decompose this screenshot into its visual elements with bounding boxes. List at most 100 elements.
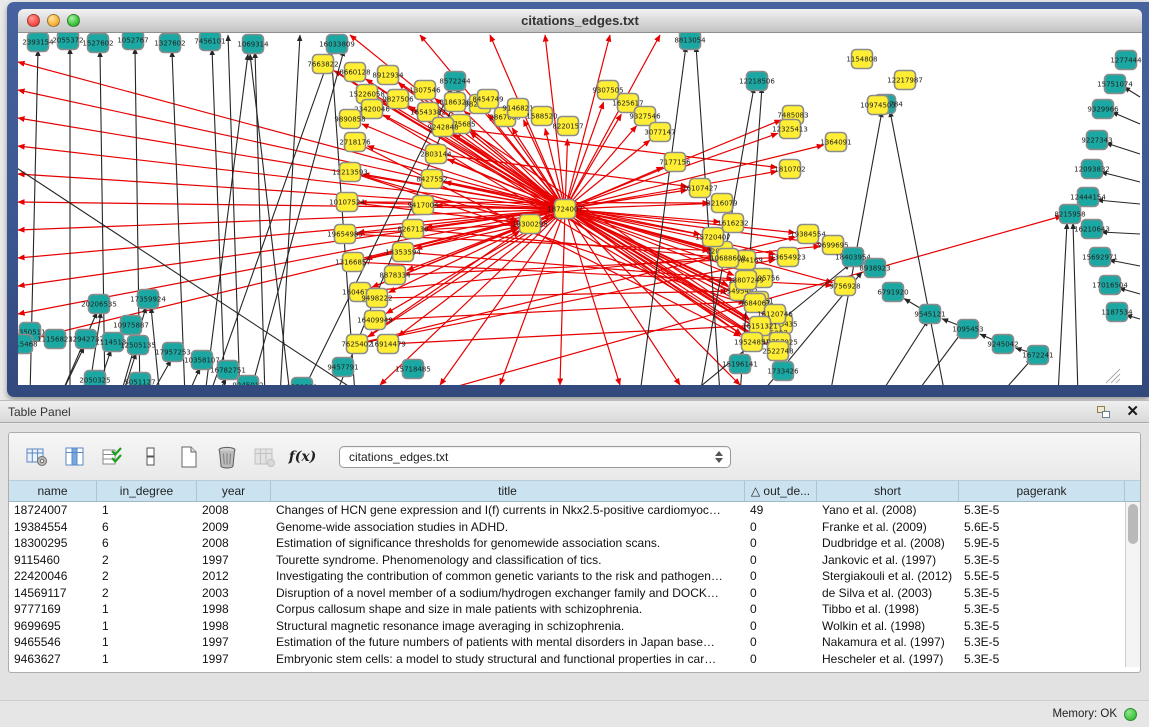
table-row[interactable]: 1872400712008Changes of HCN gene express…: [9, 502, 1140, 519]
network-node[interactable]: 15196141: [722, 355, 758, 374]
network-node[interactable]: 17359924: [130, 290, 166, 309]
row-select-checks-icon[interactable]: [99, 444, 126, 470]
svg-text:8454749: 8454749: [472, 96, 503, 104]
trash-icon[interactable]: [213, 444, 240, 470]
network-node[interactable]: 15692971: [1082, 248, 1118, 267]
minimize-window-button[interactable]: [47, 14, 60, 27]
rows-icon[interactable]: [137, 444, 164, 470]
svg-text:3915468: 3915468: [18, 341, 38, 349]
network-node[interactable]: 16033809: [319, 35, 355, 54]
table-body-wrap: 1872400712008Changes of HCN gene express…: [9, 502, 1140, 667]
network-node[interactable]: 8938923: [859, 259, 890, 278]
network-node[interactable]: 20206535: [81, 295, 117, 314]
network-node[interactable]: 9227343: [1081, 131, 1112, 150]
network-node[interactable]: 16914479: [370, 335, 406, 354]
network-node[interactable]: 9545121: [914, 305, 945, 324]
network-node[interactable]: 7456101: [194, 33, 225, 51]
network-node[interactable]: 13166857: [335, 253, 371, 272]
network-node[interactable]: 8267130: [397, 220, 428, 239]
network-node[interactable]: 8878334: [379, 266, 411, 285]
network-node[interactable]: 1307546: [409, 81, 441, 100]
close-window-button[interactable]: [27, 14, 40, 27]
network-node[interactable]: 2718176: [339, 133, 371, 152]
table-row[interactable]: 946362711997Embryonic stem cells: a mode…: [9, 651, 1140, 668]
network-node[interactable]: 6791920: [877, 283, 908, 302]
column-header-in_degree[interactable]: in_degree: [97, 481, 197, 501]
table-select-dropdown[interactable]: citations_edges.txt: [339, 446, 731, 468]
network-node[interactable]: 17016504: [1092, 276, 1128, 295]
float-panel-icon[interactable]: [1097, 406, 1110, 418]
network-node[interactable]: 1277444: [1110, 51, 1142, 70]
network-node[interactable]: 1095453: [952, 320, 983, 339]
scrollbar-thumb[interactable]: [1128, 504, 1138, 544]
table-row[interactable]: 946554611997Estimation of the future num…: [9, 634, 1140, 651]
network-node[interactable]: 9417004: [407, 196, 439, 215]
network-node[interactable]: 9756928: [829, 277, 860, 296]
network-node[interactable]: 9498222: [361, 289, 392, 308]
window-titlebar[interactable]: citations_edges.txt: [18, 9, 1142, 33]
network-node[interactable]: 8813054: [674, 33, 706, 50]
network-node[interactable]: 2055372: [52, 33, 83, 50]
column-header-short[interactable]: short: [817, 481, 959, 501]
network-node[interactable]: 7663822: [307, 55, 338, 74]
network-node[interactable]: 8660128: [339, 63, 370, 82]
network-node[interactable]: 12444154: [1070, 188, 1106, 207]
network-node[interactable]: 2803144: [420, 145, 452, 164]
table-row[interactable]: 1456911722003Disruption of a novel membe…: [9, 585, 1140, 602]
network-node[interactable]: 9890858: [334, 110, 365, 129]
function-builder-icon[interactable]: f(x): [289, 444, 316, 470]
network-node[interactable]: 15718485: [395, 360, 431, 379]
zoom-window-button[interactable]: [67, 14, 80, 27]
table-row[interactable]: 1938455462009Genome-wide association stu…: [9, 519, 1140, 536]
network-node[interactable]: 1550501: [286, 378, 317, 386]
network-node[interactable]: 1327602: [154, 34, 185, 53]
close-panel-icon[interactable]: ✕: [1126, 404, 1139, 419]
table-column-chooser-icon[interactable]: [61, 444, 88, 470]
network-node[interactable]: 1069314: [237, 35, 269, 54]
network-node[interactable]: 3077147: [644, 123, 675, 142]
column-header-name[interactable]: name: [9, 481, 97, 501]
network-node[interactable]: 8220157: [552, 117, 583, 136]
network-node[interactable]: 1364091: [820, 133, 851, 152]
network-node[interactable]: 1052767: [117, 33, 148, 50]
network-node[interactable]: 10975887: [113, 316, 149, 335]
network-node[interactable]: 8215958: [1054, 205, 1085, 224]
network-node[interactable]: 8572244: [439, 72, 471, 91]
network-node[interactable]: 1154808: [846, 50, 877, 69]
network-node[interactable]: 8427552: [416, 170, 447, 189]
network-node[interactable]: 7625402: [341, 335, 372, 354]
network-node[interactable]: 8912934: [372, 66, 404, 85]
table-row[interactable]: 969969511998Structural magnetic resonanc…: [9, 618, 1140, 635]
column-header-title[interactable]: title: [271, 481, 745, 501]
table-row[interactable]: 2242004622012Investigating the contribut…: [9, 568, 1140, 585]
network-node[interactable]: 12217987: [887, 71, 923, 90]
network-node[interactable]: 2522748: [762, 342, 793, 361]
network-node[interactable]: 9329966: [1087, 100, 1119, 119]
column-header-out_de[interactable]: △ out_de...: [745, 481, 817, 501]
network-node[interactable]: 2393154: [22, 33, 54, 52]
network-node[interactable]: 1733426: [767, 362, 799, 381]
network-node[interactable]: 12218506: [739, 72, 775, 91]
column-header-pagerank[interactable]: pagerank: [959, 481, 1125, 501]
network-node[interactable]: 1810702: [774, 160, 805, 179]
network-node[interactable]: 1187534: [1101, 303, 1133, 322]
network-node[interactable]: 9242848: [427, 118, 458, 137]
network-node[interactable]: 1672241: [1022, 346, 1053, 365]
new-document-icon[interactable]: [175, 444, 202, 470]
network-node[interactable]: 1527602: [82, 34, 113, 53]
column-header-year[interactable]: year: [197, 481, 271, 501]
network-node[interactable]: 8454749: [472, 90, 503, 109]
table-row[interactable]: 977716911998Corpus callosum shape and si…: [9, 601, 1140, 618]
table-row[interactable]: 1830029562008Estimation of significance …: [9, 535, 1140, 552]
network-node[interactable]: 3216079: [706, 194, 737, 213]
network-node[interactable]: 2050325: [79, 371, 110, 386]
network-node[interactable]: 7177156: [659, 153, 691, 172]
table-vertical-scrollbar[interactable]: [1125, 502, 1140, 667]
table-row[interactable]: 911546021997Tourette syndrome. Phenomeno…: [9, 552, 1140, 569]
network-node[interactable]: 15751074: [1097, 75, 1133, 94]
table-settings-icon[interactable]: [23, 444, 50, 470]
network-canvas[interactable]: 2393154205537215276021052767 1327602 74561…: [18, 33, 1142, 385]
network-node[interactable]: 9457791: [327, 358, 358, 377]
network-node[interactable]: 9245042: [987, 335, 1018, 354]
network-node[interactable]: 12093832: [1074, 160, 1110, 179]
